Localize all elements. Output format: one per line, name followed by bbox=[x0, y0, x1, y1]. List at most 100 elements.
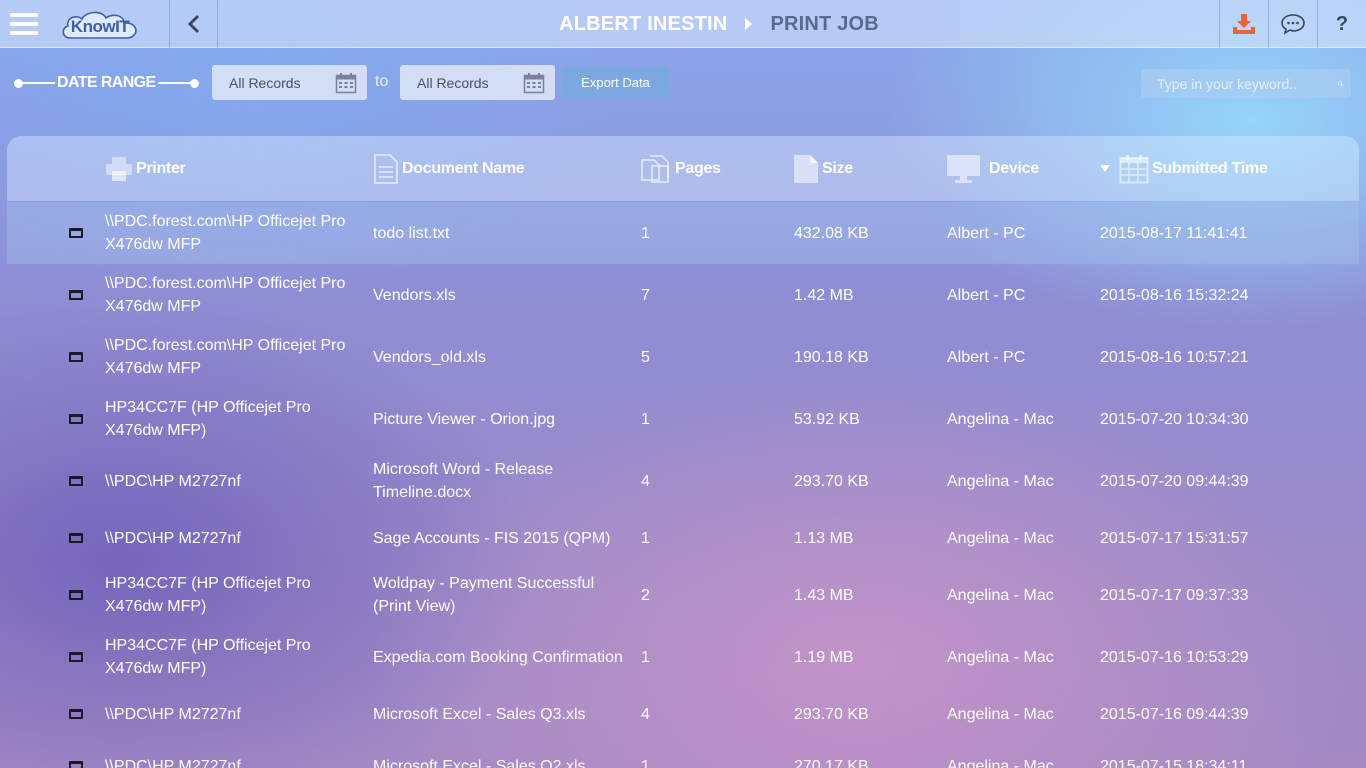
cell-pages: 5 bbox=[641, 348, 650, 366]
download-button[interactable] bbox=[1219, 0, 1268, 48]
column-label-pages: Pages bbox=[675, 159, 721, 177]
table-row[interactable]: \\PDC.forest.com\HP Officejet Pro X476dw… bbox=[7, 264, 1359, 326]
cell-printer: \\PDC\HP M2727nf bbox=[105, 705, 241, 723]
column-header-device[interactable]: Device bbox=[946, 136, 1039, 201]
cell-device: Angelina - Mac bbox=[947, 529, 1054, 547]
range-line-right bbox=[157, 82, 190, 84]
cell-device: Angelina - Mac bbox=[947, 586, 1054, 604]
cell-printer: \\PDC\HP M2727nf bbox=[105, 472, 241, 490]
cell-printer: HP34CC7F (HP Officejet Pro X476dw MFP) bbox=[105, 399, 311, 439]
cell-device: Angelina - Mac bbox=[947, 472, 1054, 490]
window-icon bbox=[69, 388, 83, 450]
window-icon bbox=[69, 450, 83, 512]
cell-size: 1.42 MB bbox=[794, 286, 854, 304]
filter-bar: DATE RANGE All Records to All Records Ex… bbox=[0, 64, 1366, 102]
cell-pages: 1 bbox=[641, 757, 650, 768]
cell-submitted: 2015-07-17 09:37:33 bbox=[1100, 586, 1249, 604]
column-header-size[interactable]: Size bbox=[793, 136, 853, 201]
table-row[interactable]: HP34CC7F (HP Officejet Pro X476dw MFP) E… bbox=[7, 626, 1359, 688]
column-label-document: Document Name bbox=[402, 159, 525, 177]
date-from-field[interactable]: All Records bbox=[212, 65, 367, 100]
column-header-document[interactable]: Document Name bbox=[373, 136, 525, 201]
cell-printer: HP34CC7F (HP Officejet Pro X476dw MFP) bbox=[105, 637, 311, 677]
cell-size: 270.17 KB bbox=[794, 757, 869, 768]
table-row[interactable]: \\PDC\HP M2727nf Microsoft Excel - Sales… bbox=[7, 688, 1359, 740]
cell-pages: 1 bbox=[641, 410, 650, 428]
cell-device: Angelina - Mac bbox=[947, 757, 1054, 768]
sort-desc-icon[interactable] bbox=[1100, 165, 1110, 172]
cell-pages: 1 bbox=[641, 648, 650, 666]
chat-icon bbox=[1281, 14, 1305, 35]
range-dot-right bbox=[189, 78, 199, 88]
search-input[interactable] bbox=[1141, 69, 1338, 98]
back-button[interactable] bbox=[169, 0, 218, 48]
download-icon bbox=[1233, 14, 1255, 34]
table-row[interactable]: \\PDC\HP M2727nf Microsoft Word - Releas… bbox=[7, 450, 1359, 512]
cell-size: 1.19 MB bbox=[794, 648, 854, 666]
cell-size: 293.70 KB bbox=[794, 472, 869, 490]
window-icon bbox=[69, 326, 83, 388]
cell-device: Angelina - Mac bbox=[947, 705, 1054, 723]
calendar-icon bbox=[1119, 154, 1149, 183]
cell-printer: \\PDC.forest.com\HP Officejet Pro X476dw… bbox=[105, 213, 346, 253]
table-row[interactable]: \\PDC\HP M2727nf Microsoft Excel - Sales… bbox=[7, 740, 1359, 768]
hamburger-icon-bar bbox=[10, 22, 38, 26]
cell-submitted: 2015-07-16 10:53:29 bbox=[1100, 648, 1249, 666]
cell-submitted: 2015-07-15 18:34:11 bbox=[1100, 757, 1248, 768]
cell-submitted: 2015-07-16 09:44:39 bbox=[1100, 705, 1249, 723]
pages-icon bbox=[641, 154, 669, 183]
hamburger-icon-bar bbox=[10, 31, 38, 35]
document-icon bbox=[374, 153, 398, 184]
table-row[interactable]: \\PDC.forest.com\HP Officejet Pro X476dw… bbox=[7, 202, 1359, 264]
export-data-button[interactable]: Export Data bbox=[562, 67, 669, 98]
cell-document: Sage Accounts - FIS 2015 (QPM) bbox=[373, 529, 611, 547]
cell-document: Expedia.com Booking Confirmation bbox=[373, 648, 623, 666]
cell-document: Vendors_old.xls bbox=[373, 348, 486, 366]
column-header-pages[interactable]: Pages bbox=[640, 136, 721, 201]
date-to-field[interactable]: All Records bbox=[400, 65, 555, 100]
cell-submitted: 2015-08-16 15:32:24 bbox=[1100, 286, 1249, 304]
cell-size: 1.43 MB bbox=[794, 586, 854, 604]
cell-submitted: 2015-07-20 09:44:39 bbox=[1100, 472, 1249, 490]
cell-pages: 4 bbox=[641, 472, 650, 490]
cell-pages: 7 bbox=[641, 286, 650, 304]
app-logo[interactable]: KnowIT bbox=[60, 8, 140, 42]
chat-button[interactable] bbox=[1268, 0, 1317, 48]
column-label-device: Device bbox=[989, 159, 1039, 177]
cell-document: Vendors.xls bbox=[373, 286, 456, 304]
cell-pages: 2 bbox=[641, 586, 650, 604]
cell-submitted: 2015-07-20 10:34:30 bbox=[1100, 410, 1249, 428]
menu-button[interactable] bbox=[0, 0, 48, 48]
printer-icon bbox=[106, 156, 132, 181]
search-box bbox=[1141, 69, 1351, 98]
table-row[interactable]: HP34CC7F (HP Officejet Pro X476dw MFP) P… bbox=[7, 388, 1359, 450]
cell-document: todo list.txt bbox=[373, 224, 450, 242]
cell-printer: HP34CC7F (HP Officejet Pro X476dw MFP) bbox=[105, 575, 311, 615]
table-row[interactable]: \\PDC\HP M2727nf Sage Accounts - FIS 201… bbox=[7, 512, 1359, 564]
cell-pages: 1 bbox=[641, 224, 650, 242]
column-header-printer[interactable]: Printer bbox=[105, 136, 186, 201]
cell-printer: \\PDC.forest.com\HP Officejet Pro X476dw… bbox=[105, 337, 346, 377]
cell-document: Woldpay - Payment Successful (Print View… bbox=[373, 575, 595, 615]
help-icon: ? bbox=[1335, 12, 1349, 35]
date-to-value: All Records bbox=[417, 74, 489, 91]
breadcrumb-user[interactable]: ALBERT INESTIN bbox=[559, 13, 727, 36]
window-icon bbox=[69, 626, 83, 688]
file-size-icon bbox=[794, 154, 818, 183]
table-row[interactable]: HP34CC7F (HP Officejet Pro X476dw MFP) W… bbox=[7, 564, 1359, 626]
top-actions: ? bbox=[1219, 0, 1366, 48]
window-icon bbox=[69, 688, 83, 740]
logo-text: KnowIT bbox=[70, 17, 130, 36]
cell-size: 293.70 KB bbox=[794, 705, 869, 723]
chevron-left-icon bbox=[187, 14, 199, 34]
page-title: PRINT JOB bbox=[770, 12, 879, 35]
window-icon bbox=[69, 740, 83, 768]
column-label-size: Size bbox=[822, 159, 853, 177]
cell-document: Microsoft Word - Release Timeline.docx bbox=[373, 461, 554, 501]
cell-size: 432.08 KB bbox=[794, 224, 869, 242]
monitor-icon bbox=[947, 154, 980, 183]
help-button[interactable]: ? bbox=[1317, 0, 1366, 48]
table-row[interactable]: \\PDC.forest.com\HP Officejet Pro X476dw… bbox=[7, 326, 1359, 388]
search-icon[interactable] bbox=[1338, 76, 1343, 92]
column-header-submitted[interactable]: Submitted Time bbox=[1100, 136, 1268, 201]
